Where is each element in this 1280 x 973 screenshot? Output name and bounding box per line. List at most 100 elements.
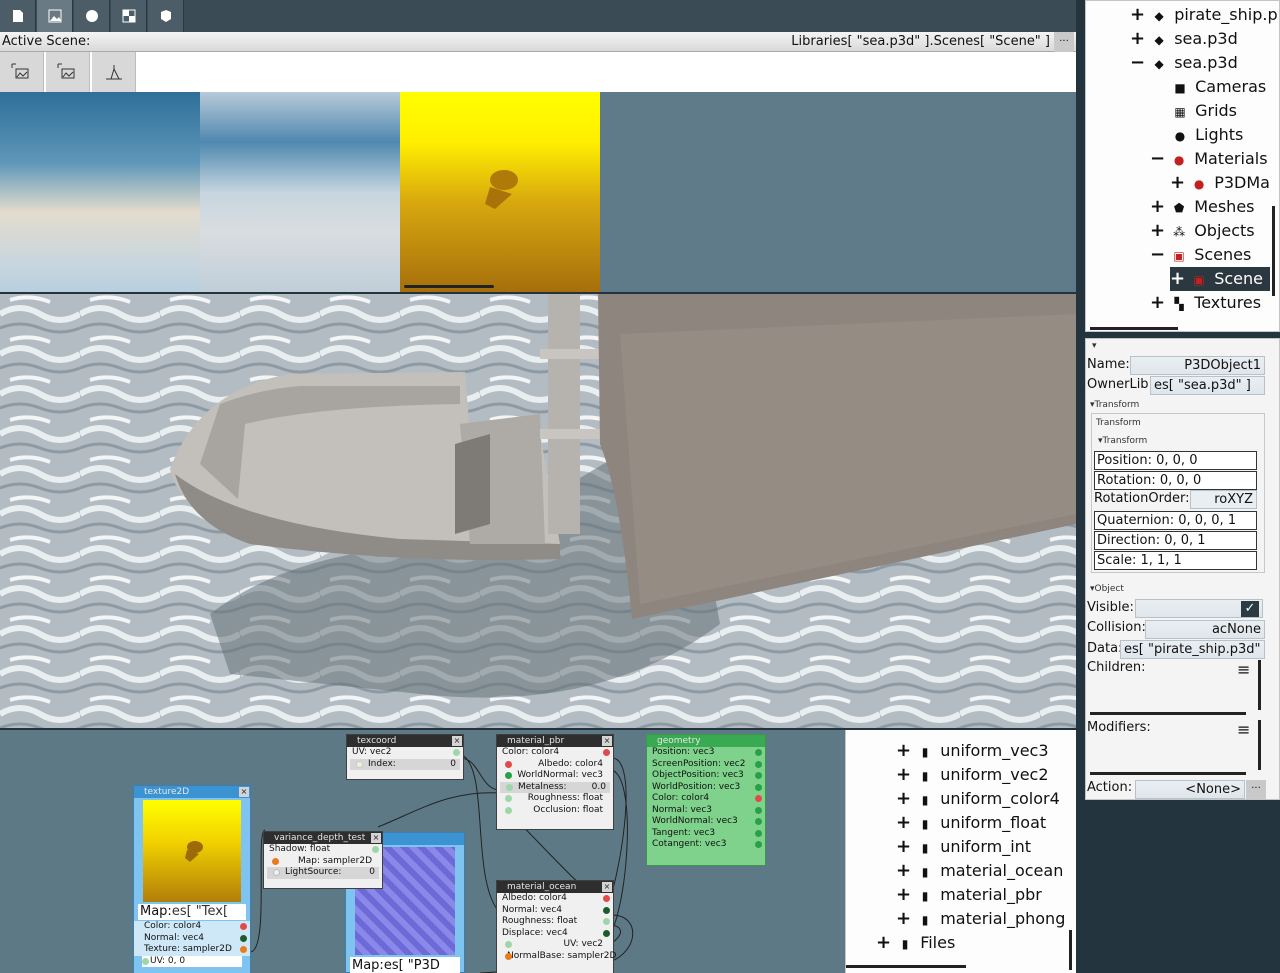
tree-item-material-pbr[interactable]: + ▮ material_pbr [896,883,1042,907]
tree-item-lights[interactable]: ● Lights [1170,123,1244,147]
texture-map-field[interactable]: Map:es[ "P3D [350,957,460,973]
tree-item-sea-p3d[interactable]: + ◆ sea.p3d [1130,27,1238,51]
rotation-field[interactable]: Rotation: 0, 0, 0 [1094,471,1257,490]
mesh-icon[interactable] [148,0,184,32]
file-icon: ▮ [921,769,929,783]
close-icon[interactable]: × [239,787,249,797]
sky-thumbnail-2[interactable] [200,92,400,292]
tree-item-uniform-color4[interactable]: + ▮ uniform_color4 [896,787,1060,811]
horizontal-scrollbar[interactable] [1090,327,1178,330]
active-scene-path[interactable]: Libraries[ "sea.p3d" ].Scenes[ "Scene" ] [791,34,1050,49]
file-icon: ▮ [921,913,929,927]
tree-item-grids[interactable]: ▦ Grids [1170,99,1237,123]
checker-icon[interactable] [111,0,147,32]
position-field[interactable]: Position: 0, 0, 0 [1094,451,1257,470]
tree-item-scenes[interactable]: − ▣ Scenes [1150,243,1251,267]
vertical-scrollbar[interactable] [1272,206,1275,296]
ship-texture-thumbnail[interactable] [400,92,600,292]
action-browse-button[interactable]: ... [1246,780,1266,799]
node-texcoord[interactable]: texcoord × UV: vec2 Index: 0 [346,734,464,780]
close-icon[interactable]: × [371,833,381,843]
direction-field[interactable]: Direction: 0, 0, 1 [1094,531,1257,550]
tree-item-textures[interactable]: + ▚ Textures [1150,291,1261,315]
vertical-scrollbar[interactable] [1069,930,1072,970]
texture-map-field[interactable]: Map:es[ "Tex[ [138,904,246,920]
node-variance-depth-test[interactable]: variance_depth_test × Shadow: float Map: … [263,831,383,889]
node-row: Color: color4 [134,921,250,933]
file-icon: ▮ [921,745,929,759]
file-icon: ▮ [921,889,929,903]
transform-subsection-2[interactable]: ▾Transform [1098,436,1147,446]
active-scene-bar: Active Scene: Libraries[ "sea.p3d" ].Sce… [0,32,1076,52]
tree-item-material-phong[interactable]: + ▮ material_phong [896,907,1065,931]
children-hscrollbar[interactable] [1090,712,1246,715]
node-row: Position: vec3 [647,747,765,759]
collapse-arrow-icon[interactable]: ▾ [1092,341,1097,351]
children-menu-icon[interactable]: ≡ [1237,660,1250,679]
map-value: es[ "Tex[ [171,904,229,919]
material-view-icon[interactable] [46,52,90,92]
object-section-header[interactable]: ▾Object [1090,584,1124,594]
tree-item-scene-selected[interactable]: + ▣ Scene [1170,267,1270,291]
image-icon[interactable] [37,0,73,32]
modifiers-menu-icon[interactable]: ≡ [1237,720,1250,739]
sky-thumbnail[interactable] [0,92,200,292]
name-field[interactable]: P3DObject1 [1130,356,1265,375]
quaternion-field[interactable]: Quaternion: 0, 0, 0, 1 [1094,511,1257,530]
ownerlib-field[interactable]: es[ "sea.p3d" ] [1150,376,1265,395]
tree-item-meshes[interactable]: + ⬟ Meshes [1150,195,1255,219]
grid-icon: ▦ [1174,105,1186,119]
tree-item-pirate-ship[interactable]: + ◆ pirate_ship.p [1130,3,1278,27]
tree-item-uniform-vec2[interactable]: + ▮ uniform_vec2 [896,763,1049,787]
tree-item-p3dmaterial[interactable]: + ● P3DMa [1170,171,1270,195]
tree-item-sea-p3d-expanded[interactable]: − ◆ sea.p3d [1130,51,1238,75]
node-material-pbr[interactable]: material_pbr × Color: color4 Albedo: colo… [496,734,614,830]
node-row: Map: sampler2D [264,856,382,868]
sphere-icon[interactable] [74,0,110,32]
modifiers-scrollbar[interactable] [1258,720,1261,770]
node-geometry[interactable]: geometry Position: vec3 ScreenPosition: … [646,734,766,866]
asset-view-toolbar [0,52,1076,92]
close-icon[interactable]: × [602,736,612,746]
visible-checkbox[interactable]: ✓ [1241,601,1259,617]
horizontal-scrollbar[interactable] [846,965,966,968]
node-texture2d[interactable]: texture2D × Map:es[ "Tex[ Color: color4 N… [133,785,251,973]
tree-item-files[interactable]: + ▮ Files [876,931,955,955]
modifiers-hscrollbar[interactable] [1090,772,1246,775]
node-title: variance_depth_test [274,833,366,843]
tree-item-materials[interactable]: − ● Materials [1150,147,1268,171]
rotation-order-label: RotationOrder: [1094,491,1190,506]
tree-item-uniform-float[interactable]: + ▮ uniform_float [896,811,1046,835]
node-uv-field[interactable]: UV: 0, 0 [142,955,242,967]
close-icon[interactable]: × [452,736,462,746]
node-material-ocean[interactable]: material_ocean × Albedo: color4 Normal: v… [496,880,616,973]
node-light-source-field[interactable]: LightSource: 0 [267,867,379,879]
node-metalness-field[interactable]: Metalness: 0.0 [500,781,610,793]
scene-view-icon[interactable] [92,52,136,92]
material-node-editor[interactable]: texture2D × Map:es[ "Tex[ Color: color4 N… [0,730,845,973]
close-icon[interactable]: × [602,882,612,892]
scene-browse-button[interactable]: ... [1054,32,1074,52]
tree-item-uniform-int[interactable]: + ▮ uniform_int [896,835,1031,859]
action-select[interactable]: <None> [1135,780,1245,799]
tree-item-cameras[interactable]: ■ Cameras [1170,75,1266,99]
node-row: Tangent: vec3 [647,828,765,840]
tree-item-material-ocean[interactable]: + ▮ material_ocean [896,859,1063,883]
rotation-order-select[interactable]: roXYZ [1190,490,1257,509]
page-icon[interactable] [0,0,36,32]
scale-field[interactable]: Scale: 1, 1, 1 [1094,551,1257,570]
children-scrollbar[interactable] [1258,660,1261,710]
node-row: Normal: vec4 [134,932,250,944]
ownerlib-label: OwnerLib: [1087,377,1153,392]
data-field[interactable]: es[ "pirate_ship.p3d" [1120,640,1265,659]
visible-checkbox-field[interactable]: ✓ [1135,599,1263,618]
collision-select[interactable]: acNone [1145,620,1265,639]
node-index-field[interactable]: Index: 0 [350,758,460,770]
texture-view-icon[interactable] [0,52,44,92]
tree-item-objects[interactable]: + ⁂ Objects [1150,219,1255,243]
transform-subsection[interactable]: Transform [1096,418,1141,428]
transform-section-header[interactable]: ▾Transform [1090,400,1139,410]
tree-item-uniform-vec3[interactable]: + ▮ uniform_vec3 [896,739,1049,763]
3d-viewport[interactable] [0,294,1076,728]
node-library-tree: + ▮ uniform_vec3 + ▮ uniform_vec2 + ▮ un… [845,730,1076,973]
